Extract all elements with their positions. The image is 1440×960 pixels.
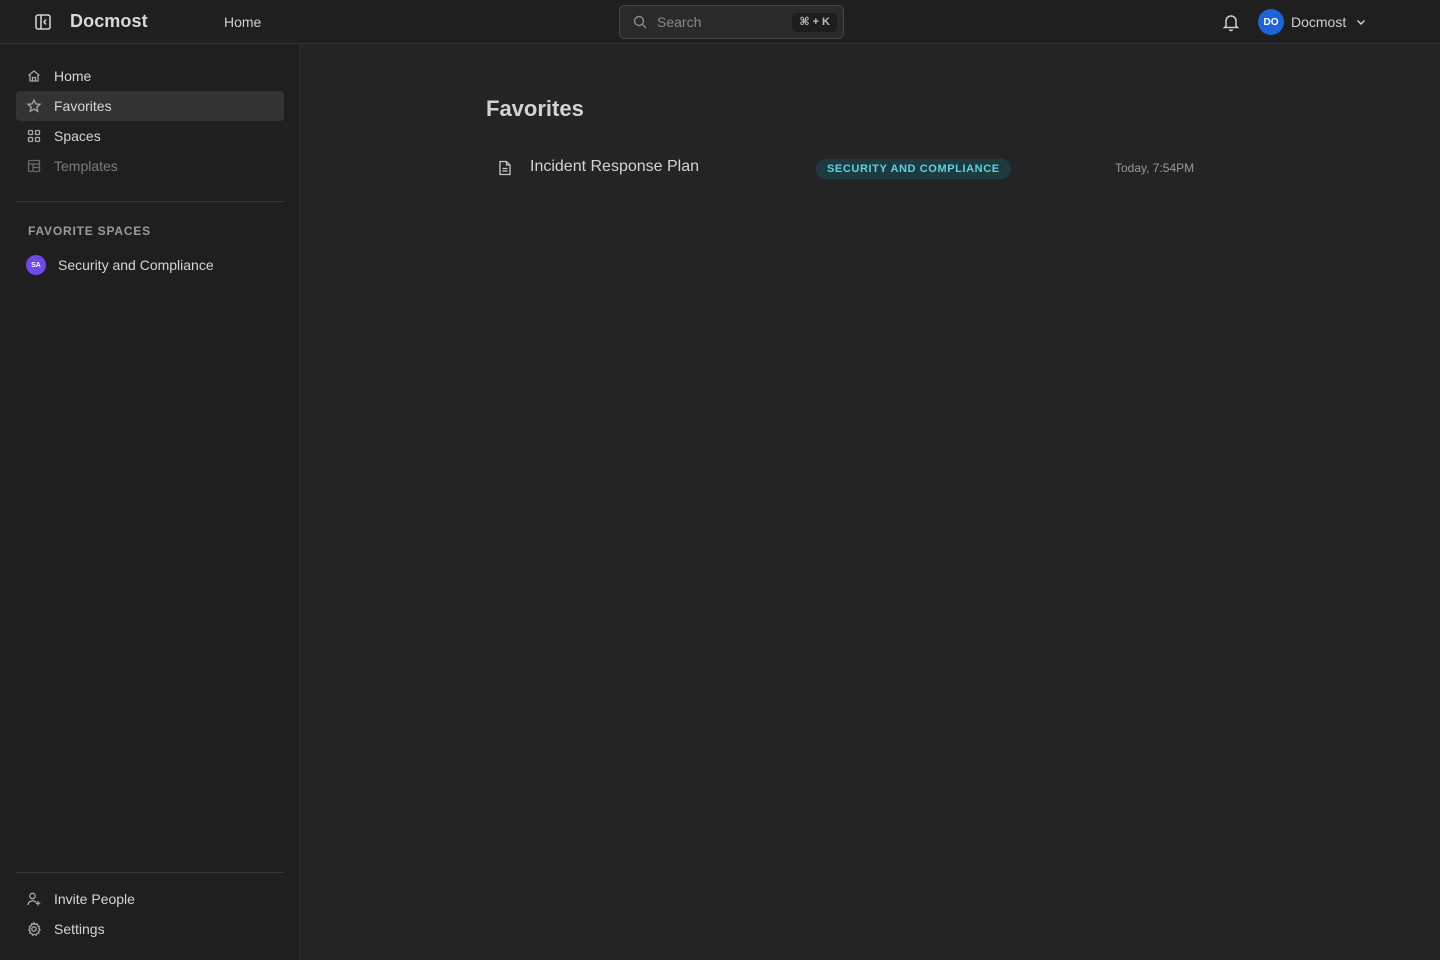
favorite-space-item[interactable]: SA Security and Compliance	[16, 250, 284, 280]
invite-people-button[interactable]: Invite People	[16, 884, 284, 914]
favorite-space-label: Security and Compliance	[58, 257, 214, 273]
sidebar-divider	[16, 201, 284, 202]
top-nav-home-link[interactable]: Home	[224, 14, 261, 30]
search-icon	[633, 15, 647, 29]
bell-icon	[1222, 15, 1240, 32]
main-content: Favorites Incident Response Plan SECURIT…	[300, 44, 1440, 960]
user-plus-icon	[27, 892, 41, 906]
search-placeholder: Search	[657, 14, 702, 30]
star-icon	[26, 98, 42, 113]
chevron-down-icon	[1355, 16, 1367, 28]
home-icon	[28, 70, 40, 82]
settings-button[interactable]: Settings	[16, 914, 284, 944]
template-icon	[27, 159, 41, 173]
sidebar: Home Favorites Spaces Templates FAVORITE…	[0, 44, 300, 960]
grid-icon	[27, 129, 41, 143]
sidebar-item-home[interactable]: Home	[16, 61, 284, 91]
sidebar-item-label: Settings	[54, 921, 105, 937]
notifications-button[interactable]	[1220, 11, 1242, 33]
user-name: Docmost	[1291, 14, 1347, 30]
document-icon	[499, 160, 511, 176]
favorite-page-row[interactable]: Incident Response Plan SECURITY AND COMP…	[486, 152, 1216, 184]
user-menu-button[interactable]: DO Docmost	[1258, 9, 1367, 35]
sidebar-footer-divider	[16, 872, 284, 873]
sidebar-item-templates[interactable]: Templates	[16, 151, 284, 181]
sidebar-toggle-icon	[35, 14, 51, 30]
sidebar-item-label: Spaces	[54, 128, 101, 144]
sidebar-item-label: Invite People	[54, 891, 135, 907]
sidebar-item-label: Home	[54, 68, 92, 84]
space-badge[interactable]: SECURITY AND COMPLIANCE	[816, 159, 1011, 179]
sidebar-toggle-button[interactable]	[30, 9, 56, 35]
sidebar-item-label: Templates	[54, 158, 118, 174]
favorite-page-date: Today, 7:54PM	[1115, 161, 1195, 175]
user-avatar: DO	[1258, 9, 1284, 35]
sidebar-item-favorites[interactable]: Favorites	[16, 91, 284, 121]
brand-logo[interactable]: Docmost	[70, 11, 148, 32]
search-shortcut-hint: ⌘ + K	[792, 13, 837, 32]
favorite-spaces-heading: FAVORITE SPACES	[28, 224, 151, 238]
top-bar: Docmost Home Search ⌘ + K DO Docmost	[0, 0, 1440, 44]
favorite-page-title: Incident Response Plan	[530, 158, 699, 175]
sidebar-item-spaces[interactable]: Spaces	[16, 121, 284, 151]
page-title: Favorites	[486, 96, 584, 121]
gear-icon	[27, 921, 41, 937]
search-input[interactable]: Search ⌘ + K	[619, 5, 844, 39]
space-avatar: SA	[26, 255, 46, 275]
sidebar-item-label: Favorites	[54, 98, 112, 114]
